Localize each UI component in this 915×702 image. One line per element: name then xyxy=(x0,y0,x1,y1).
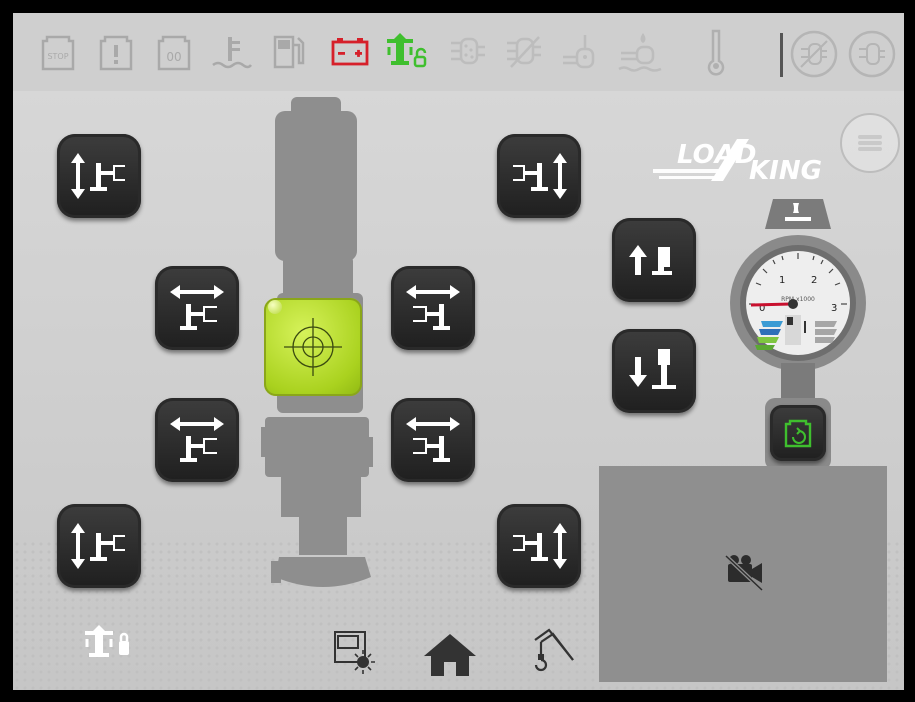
svg-text:STOP: STOP xyxy=(47,52,68,61)
svg-text:KING: KING xyxy=(749,156,822,185)
jack-up-down-icon xyxy=(71,153,125,199)
camera-off-icon xyxy=(724,554,764,592)
jack-up-down-icon xyxy=(71,523,125,569)
engine-start-icon xyxy=(784,419,812,448)
all-jacks-up-button[interactable] xyxy=(612,218,696,302)
exhaust-temp-icon xyxy=(557,27,603,77)
engine-start-button[interactable] xyxy=(770,405,826,461)
arrow-up-icon xyxy=(629,245,672,275)
regen-inhibit-icon[interactable] xyxy=(789,29,839,79)
jack-extend-icon xyxy=(170,285,224,330)
arrow-down-icon xyxy=(629,349,676,389)
outrigger-unlocked-icon xyxy=(379,27,431,77)
hamburger-icon xyxy=(858,133,882,153)
front-right-jack-up-down-button[interactable] xyxy=(497,134,581,218)
home-icon[interactable] xyxy=(420,630,480,680)
svg-text:LOAD: LOAD xyxy=(677,140,756,170)
all-jacks-down-button[interactable] xyxy=(612,329,696,413)
menu-button[interactable] xyxy=(840,113,900,173)
level-bubble xyxy=(268,300,282,314)
battery-icon xyxy=(327,27,373,77)
rear-left-jack-up-down-button[interactable] xyxy=(57,504,141,588)
screen: STOP 00 LOAD KING 0 1 2 3 RPM x1000 xyxy=(13,13,904,690)
front-left-jack-up-down-button[interactable] xyxy=(57,134,141,218)
outrigger-lock-icon[interactable] xyxy=(79,623,139,663)
coolant-level-icon xyxy=(207,27,253,77)
jack-up-down-icon xyxy=(513,523,567,569)
crane-hook-icon[interactable] xyxy=(527,626,577,680)
svg-text:2: 2 xyxy=(811,275,817,286)
svg-text:1: 1 xyxy=(779,275,785,286)
jack-extend-icon xyxy=(170,417,224,462)
def-level-icon xyxy=(613,27,667,77)
mid-rear-right-extend-button[interactable] xyxy=(391,398,475,482)
svg-text:RPM x1000: RPM x1000 xyxy=(781,296,815,303)
dpf-inhibit-icon xyxy=(501,27,547,77)
mid-front-right-extend-button[interactable] xyxy=(391,266,475,350)
stop-engine-icon: STOP xyxy=(35,27,81,77)
svg-text:3: 3 xyxy=(831,303,837,314)
cab-light-icon[interactable] xyxy=(329,626,379,676)
warning-engine-icon xyxy=(93,27,139,77)
rear-right-jack-up-down-button[interactable] xyxy=(497,504,581,588)
camera-view[interactable] xyxy=(599,466,887,682)
temperature-icon xyxy=(693,27,739,77)
load-king-logo: LOAD KING xyxy=(653,139,822,185)
jack-up-down-icon xyxy=(513,153,567,199)
fuel-icon xyxy=(267,27,307,77)
svg-text:00: 00 xyxy=(166,50,181,64)
glow-plug-engine-icon: 00 xyxy=(151,27,197,77)
mid-front-left-extend-button[interactable] xyxy=(155,266,239,350)
status-divider xyxy=(780,33,783,77)
jack-extend-icon xyxy=(406,417,460,462)
jack-extend-icon xyxy=(406,285,460,330)
regen-request-icon[interactable] xyxy=(847,29,897,79)
level-indicator[interactable] xyxy=(264,298,362,396)
mid-rear-left-extend-button[interactable] xyxy=(155,398,239,482)
dpf-icon xyxy=(445,27,491,77)
